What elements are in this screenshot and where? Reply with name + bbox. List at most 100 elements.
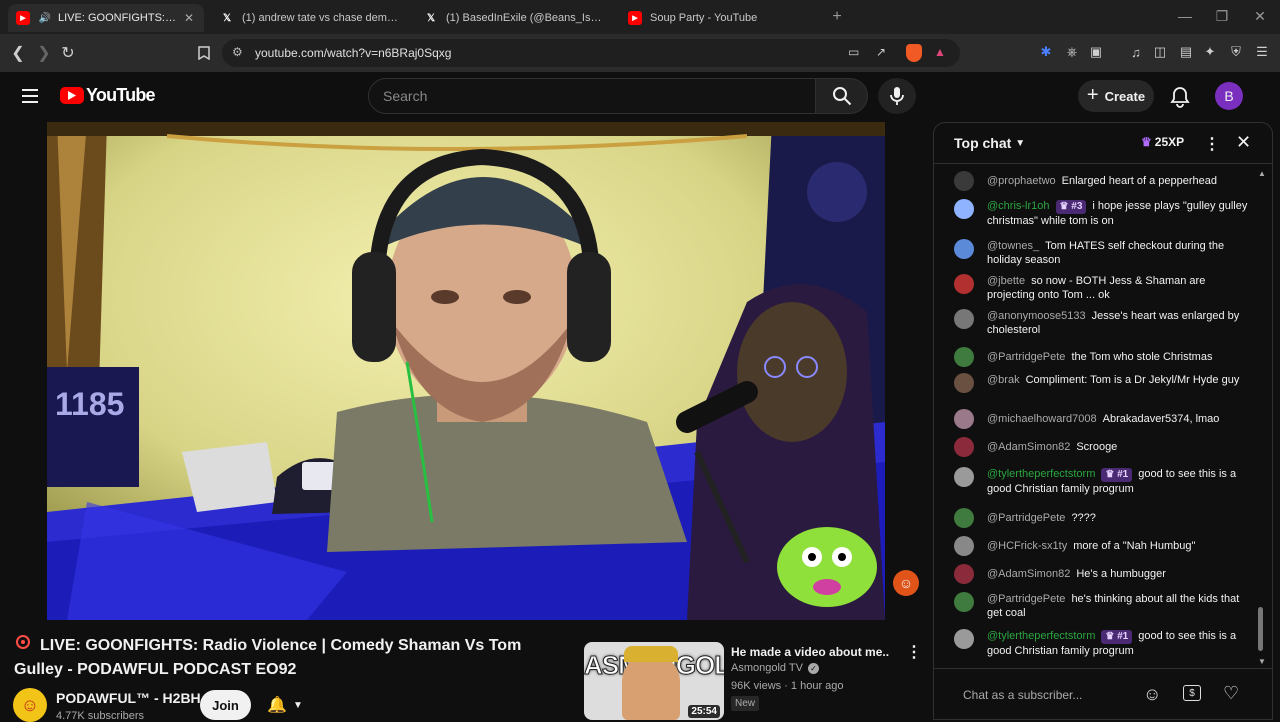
chat-author[interactable]: @townes_ [987,240,1039,252]
chat-text: more of a "Nah Humbug" [1073,540,1196,552]
avatar [954,536,974,556]
avatar [954,199,974,219]
recommended-more-icon[interactable]: ⋮ [906,642,922,662]
vpn-icon[interactable]: ✱ [1038,44,1054,60]
chat-text: Abrakadaver5374, lmao [1102,413,1220,425]
account-avatar[interactable]: B [1215,82,1243,110]
recommended-thumbnail[interactable]: ASMONGOLD 25:54 [584,642,724,720]
hamburger-menu-icon[interactable] [20,86,40,106]
chat-author[interactable]: @tylertheperfectstorm [987,630,1095,642]
address-bar[interactable]: ⚙ youtube.com/watch?v=n6BRaj0Sqxg ▭ ↗ ▲ [222,39,960,67]
create-button[interactable]: + Create [1078,80,1154,112]
avatar [954,564,974,584]
reload-icon[interactable]: ↻ [58,43,78,63]
chat-author[interactable]: @PartridgePete [987,593,1065,605]
avatar [954,274,974,294]
back-icon[interactable]: ❮ [8,43,28,63]
cast-icon[interactable]: ▭ [848,45,859,59]
chat-scrollbar[interactable]: ▲ ▼ [1257,169,1266,669]
chat-mode-dropdown[interactable]: Top chat ▼ [954,135,1025,151]
tab-2[interactable]: 𝕏 (1) andrew tate vs chase demoor - Se [212,4,408,32]
recommended-channel[interactable]: Asmongold TV ✓ [731,662,819,674]
minimize-icon[interactable]: — [1175,8,1195,24]
scroll-up-icon[interactable]: ▲ [1258,169,1266,178]
chat-input[interactable]: Chat as a subscriber... [952,679,1152,709]
search-button[interactable] [816,78,868,114]
tab-active[interactable]: ▶ 🔊 LIVE: GOONFIGHTS: Radio ✕ [8,4,204,32]
chat-author[interactable]: @chris-lr1oh [987,200,1050,212]
brave-rewards-icon[interactable]: ▲ [934,45,946,59]
forward-icon[interactable]: ❯ [34,43,54,63]
vpn-shield-icon[interactable]: ⛨ [1228,44,1244,60]
chat-author[interactable]: @HCFrick-sx1ty [987,540,1067,552]
chat-author[interactable]: @PartridgePete [987,512,1065,524]
youtube-logo[interactable]: YouTube [60,85,156,106]
scroll-down-icon[interactable]: ▼ [1258,657,1266,666]
chat-author[interactable]: @brak [987,374,1020,386]
chat-author[interactable]: @AdamSimon82 [987,568,1070,580]
heart-icon[interactable]: ♡ [1223,683,1239,704]
chat-more-options-icon[interactable]: ⋮ [1204,134,1220,154]
create-label: Create [1104,88,1146,104]
join-button[interactable]: Join [200,690,251,720]
chat-header-divider [934,163,1272,164]
chat-author[interactable]: @jbette [987,275,1025,287]
channel-avatar[interactable]: ☺ [13,688,47,722]
super-chat-icon[interactable]: $ [1183,685,1201,701]
close-tab-icon[interactable]: ✕ [182,11,196,25]
extensions-icon[interactable]: ⎈ [1064,44,1080,60]
member-badge: ♛ #1 [1101,630,1133,644]
video-player[interactable]: 1185 [47,122,885,620]
thumbnail-face [622,656,680,720]
notifications-bell-icon[interactable] [1170,86,1190,113]
voice-search-button[interactable] [878,78,916,114]
scrollbar-thumb[interactable] [1258,607,1263,651]
media-icon[interactable]: ♫ [1128,44,1144,60]
menu-icon[interactable]: ☰ [1254,44,1270,60]
tab-3[interactable]: 𝕏 (1) BasedInExile (@Beans_Is_Baked) / [416,4,612,32]
speaker-icon[interactable]: 🔊 [38,11,52,25]
avatar [954,373,974,393]
recommended-title[interactable]: He made a video about me.. [731,644,901,660]
avatar [954,309,974,329]
sidebar-icon[interactable]: ◫ [1152,44,1168,60]
new-tab-icon[interactable]: + [827,8,847,26]
search-input[interactable]: Search [368,78,816,114]
studio-sign-text: 1185 [55,386,124,422]
xp-badge[interactable]: ♛ 25XP [1141,135,1184,149]
reaction-emoji-icon: ☺ [893,570,919,596]
maximize-icon[interactable]: ❐ [1212,8,1232,25]
emoji-icon[interactable]: ☺ [1143,684,1161,705]
tab-4[interactable]: ▶ Soup Party - YouTube [620,4,816,32]
subscribed-notifications-button[interactable]: 🔔 ▼ [258,690,312,720]
crown-icon: ♛ [1141,135,1152,149]
share-icon[interactable]: ↗ [876,45,886,59]
channel-name[interactable]: PODAWFUL™ - H2BH [56,690,201,706]
youtube-icon: ▶ [16,11,30,25]
site-settings-icon[interactable]: ⚙ [232,45,243,59]
recommended-meta: 96K views · 1 hour ago [731,680,844,692]
brave-shields-icon[interactable] [906,44,922,62]
avatar [954,508,974,528]
chat-author[interactable]: @PartridgePete [987,351,1065,363]
upload-age: 1 hour ago [790,680,844,692]
x-icon: 𝕏 [426,12,436,24]
close-window-icon[interactable]: ✕ [1250,8,1270,25]
chat-text: Enlarged heart of a pepperhead [1061,175,1217,187]
recommended-channel-name: Asmongold TV [731,662,803,674]
wallet-icon[interactable]: ▤ [1178,44,1194,60]
chat-author[interactable]: @anonymoose5133 [987,310,1086,322]
chat-text: ???? [1071,512,1096,524]
chat-author[interactable]: @prophaetwo [987,175,1056,187]
tab-title: (1) BasedInExile (@Beans_Is_Baked) / [446,12,604,24]
chat-author[interactable]: @michaelhoward7008 [987,413,1097,425]
bookmark-icon[interactable] [194,43,214,63]
chat-author[interactable]: @AdamSimon82 [987,441,1070,453]
live-chat-panel: Top chat ▼ ♛ 25XP ⋮ ✕ @prophaetwo Enlarge… [933,122,1273,720]
screenshot-icon[interactable]: ▣ [1088,44,1104,60]
close-chat-icon[interactable]: ✕ [1236,132,1251,153]
avatar [954,347,974,367]
leo-ai-icon[interactable]: ✦ [1202,44,1218,60]
youtube-wordmark: YouTube [86,85,156,105]
chat-author[interactable]: @tylertheperfectstorm [987,468,1095,480]
